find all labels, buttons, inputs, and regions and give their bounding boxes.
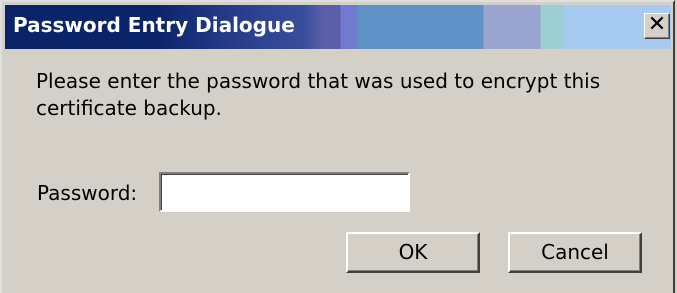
password-label: Password:: [37, 181, 138, 205]
ok-button[interactable]: OK: [346, 232, 480, 273]
password-input[interactable]: [159, 172, 410, 212]
password-entry-dialog: Password Entry Dialogue ✕ Please enter t…: [0, 0, 675, 293]
cancel-button-label: Cancel: [541, 240, 609, 264]
window-title: Password Entry Dialogue: [13, 13, 295, 37]
ok-button-label: OK: [398, 240, 428, 264]
title-bar[interactable]: Password Entry Dialogue ✕: [5, 5, 671, 49]
close-button[interactable]: ✕: [644, 13, 670, 39]
close-icon: ✕: [647, 12, 667, 37]
instruction-text: Please enter the password that was used …: [36, 69, 601, 120]
cancel-button[interactable]: Cancel: [508, 232, 642, 273]
